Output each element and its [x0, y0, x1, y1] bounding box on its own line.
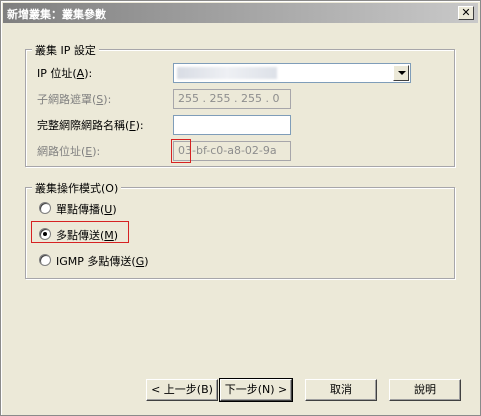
- radio-igmp-label: IGMP 多點傳送(G): [56, 255, 149, 268]
- help-button[interactable]: 說明: [389, 379, 461, 401]
- chevron-down-icon[interactable]: [393, 65, 409, 81]
- next-button[interactable]: 下一步(N) >: [219, 378, 293, 402]
- fqdn-label: 完整網際網路名稱(F):: [37, 119, 144, 132]
- radio-unicast-circle[interactable]: [39, 202, 51, 214]
- ip-address-redacted: [177, 67, 277, 79]
- cluster-mode-group-label: 叢集操作模式(O): [32, 180, 122, 196]
- dialog-window: 新增叢集：叢集參數 ✕ 叢集 IP 設定 IP 位址(A): 子網路遮罩(S):…: [0, 0, 481, 416]
- radio-igmp-circle[interactable]: [39, 254, 51, 266]
- network-prefix-highlight: [171, 139, 191, 163]
- subnet-mask-label: 子網路遮罩(S):: [37, 93, 112, 106]
- multicast-highlight: [31, 221, 129, 243]
- close-button[interactable]: ✕: [458, 6, 474, 20]
- network-address-label: 網路位址(E):: [37, 145, 101, 158]
- subnet-mask-field: 255 . 255 . 255 . 0: [173, 89, 291, 109]
- cancel-button[interactable]: 取消: [305, 379, 377, 401]
- fqdn-input[interactable]: [173, 115, 291, 135]
- window-title: 新增叢集：叢集參數: [7, 8, 106, 21]
- back-button[interactable]: < 上一步(B): [146, 379, 218, 401]
- ip-address-combobox[interactable]: [173, 63, 411, 83]
- network-address-rest: -bf-c0-a8-02-9a: [192, 144, 277, 157]
- ip-address-label: IP 位址(A):: [37, 67, 93, 80]
- radio-unicast-label: 單點傳播(U): [56, 203, 117, 216]
- cluster-ip-group-label: 叢集 IP 設定: [32, 42, 99, 58]
- title-bar: 新增叢集：叢集參數 ✕: [3, 3, 478, 23]
